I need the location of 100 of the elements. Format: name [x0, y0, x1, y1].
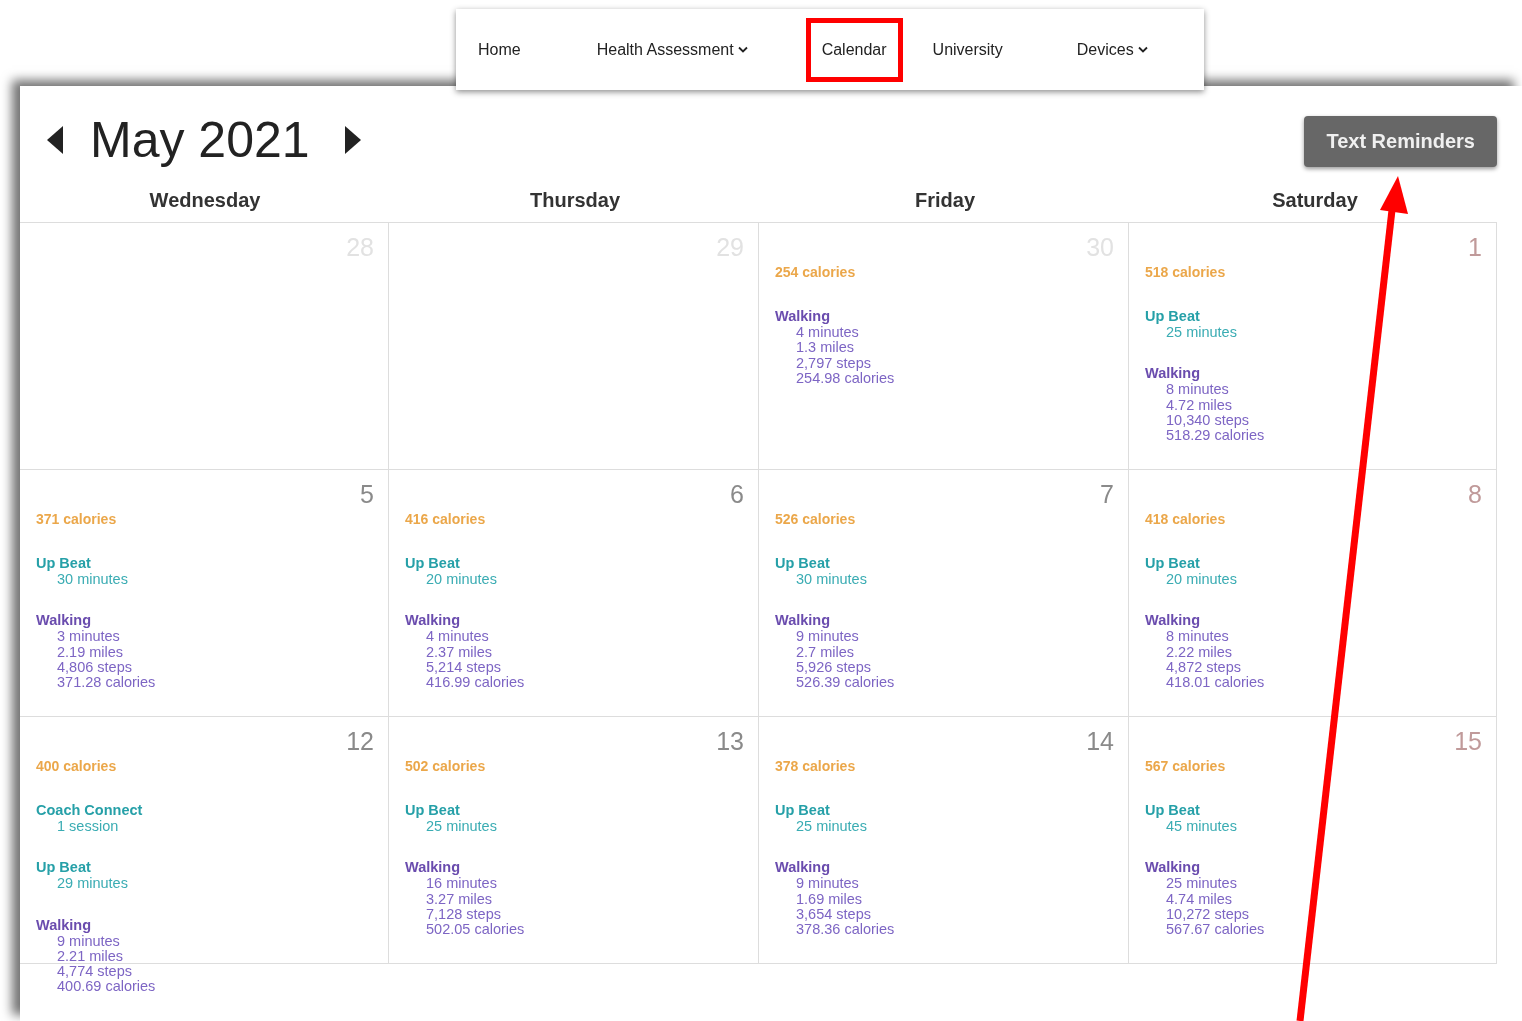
- weekday-header: Friday: [915, 188, 975, 213]
- activity-detail: 2.7 miles: [796, 644, 855, 660]
- activity-detail: 20 minutes: [1166, 572, 1237, 588]
- activity-detail: 8 minutes: [1166, 382, 1229, 398]
- activity-detail: 45 minutes: [1166, 819, 1237, 835]
- day-number: 8: [1468, 480, 1482, 508]
- nav-link[interactable]: Home: [462, 17, 537, 82]
- activity-detail: 518.29 calories: [1166, 428, 1265, 444]
- activity-detail: 4.72 miles: [1166, 397, 1233, 413]
- activity-detail: 25 minutes: [426, 819, 497, 835]
- activity-name: Coach Connect: [36, 801, 143, 819]
- activity-name: Walking: [1145, 611, 1201, 630]
- activity-name: Up Beat: [405, 801, 460, 819]
- day-number: 13: [716, 727, 744, 755]
- weekday-header: Wednesday: [149, 188, 261, 213]
- calories-total: 418 calories: [1145, 510, 1226, 528]
- activity-detail: 20 minutes: [426, 572, 497, 588]
- activity-detail: 10,340 steps: [1166, 412, 1250, 429]
- day-number: 7: [1100, 480, 1114, 508]
- next-icon[interactable]: [343, 125, 362, 155]
- activity-name: Up Beat: [775, 554, 830, 572]
- activity-name: Up Beat: [1145, 801, 1200, 819]
- activity-detail: 1.3 miles: [796, 340, 855, 356]
- activity-detail: 9 minutes: [796, 629, 859, 645]
- activity-name: Up Beat: [775, 801, 830, 819]
- activity-name: Up Beat: [1145, 307, 1200, 325]
- activity-detail: 4,774 steps: [57, 964, 132, 980]
- day-number: 6: [730, 480, 744, 508]
- activity-detail: 3 minutes: [57, 629, 120, 645]
- activity-detail: 4 minutes: [796, 325, 859, 341]
- previous-icon[interactable]: [46, 125, 64, 155]
- activity-detail: 1.69 miles: [796, 891, 863, 907]
- activity-detail: 4,872 steps: [1166, 659, 1241, 676]
- activity-name: Up Beat: [36, 858, 91, 877]
- activity-detail: 25 minutes: [1166, 876, 1237, 892]
- calories-total: 254 calories: [775, 263, 856, 281]
- calories-total: 567 calories: [1145, 757, 1226, 775]
- activity-detail: 2,797 steps: [796, 355, 871, 371]
- activity-detail: 2.19 miles: [57, 644, 124, 660]
- activity-detail: 30 minutes: [796, 572, 867, 588]
- activity-detail: 25 minutes: [796, 819, 867, 835]
- activity-detail: 418.01 calories: [1166, 675, 1265, 691]
- activity-detail: 16 minutes: [426, 876, 497, 892]
- nav-link[interactable]: University: [916, 17, 1019, 82]
- activity-name: Walking: [36, 915, 92, 934]
- activity-detail: 5,214 steps: [426, 659, 501, 676]
- activity-name: Up Beat: [405, 554, 460, 572]
- activity-detail: 254.98 calories: [796, 370, 895, 387]
- activity-detail: 4 minutes: [426, 629, 489, 645]
- activity-name: Up Beat: [1145, 554, 1200, 572]
- month-title: May 2021: [90, 111, 310, 170]
- activity-detail: 3.27 miles: [426, 891, 493, 907]
- day-number: 15: [1454, 727, 1482, 755]
- activity-name: Walking: [405, 858, 461, 877]
- calories-total: 416 calories: [405, 510, 486, 528]
- weekday-header: Saturday: [1272, 188, 1358, 213]
- day-number: 12: [346, 727, 374, 755]
- chevron-down-icon: [737, 46, 748, 53]
- activity-detail: 2.21 miles: [57, 948, 124, 965]
- activity-name: Walking: [1145, 364, 1201, 383]
- activity-name: Walking: [775, 611, 831, 630]
- calories-total: 378 calories: [775, 757, 856, 775]
- activity-detail: 10,272 steps: [1166, 906, 1250, 923]
- chevron-down-icon: [1137, 46, 1148, 53]
- day-number: 5: [360, 480, 374, 508]
- activity-detail: 371.28 calories: [57, 675, 156, 691]
- activity-name: Walking: [775, 858, 831, 877]
- activity-detail: 4,806 steps: [57, 659, 132, 676]
- activity-detail: 7,128 steps: [426, 906, 501, 923]
- activity-detail: 1 session: [57, 819, 119, 835]
- activity-detail: 400.69 calories: [57, 979, 156, 995]
- activity-detail: 526.39 calories: [796, 675, 895, 691]
- activity-name: Walking: [36, 611, 92, 630]
- day-number: 1: [1468, 233, 1482, 261]
- activity-detail: 3,654 steps: [796, 906, 871, 923]
- activity-detail: 29 minutes: [57, 876, 128, 892]
- calories-total: 502 calories: [405, 757, 486, 775]
- weekday-header: Thursday: [530, 188, 620, 213]
- activity-name: Walking: [1145, 858, 1201, 877]
- calories-total: 526 calories: [775, 510, 856, 528]
- activity-detail: 378.36 calories: [796, 922, 895, 938]
- activity-detail: 9 minutes: [57, 933, 120, 949]
- activity-detail: 567.67 calories: [1166, 922, 1265, 938]
- nav-link[interactable]: Health Assessment: [580, 17, 764, 82]
- calories-total: 371 calories: [36, 510, 117, 528]
- activity-name: Walking: [405, 611, 461, 630]
- activity-detail: 502.05 calories: [426, 922, 525, 938]
- activity-detail: 30 minutes: [57, 572, 128, 588]
- activity-detail: 2.22 miles: [1166, 644, 1233, 660]
- activity-name: Up Beat: [36, 554, 91, 572]
- activity-name: Walking: [775, 307, 831, 325]
- nav-link[interactable]: Calendar: [805, 17, 903, 82]
- text-reminders-button[interactable]: Text Reminders: [1304, 115, 1497, 167]
- activity-detail: 5,926 steps: [796, 659, 871, 676]
- calories-total: 518 calories: [1145, 263, 1226, 281]
- activity-detail: 4.74 miles: [1166, 891, 1233, 907]
- nav-link[interactable]: Devices: [1060, 17, 1164, 82]
- activity-detail: 9 minutes: [796, 876, 859, 892]
- activity-detail: 416.99 calories: [426, 675, 525, 691]
- calories-total: 400 calories: [36, 757, 117, 775]
